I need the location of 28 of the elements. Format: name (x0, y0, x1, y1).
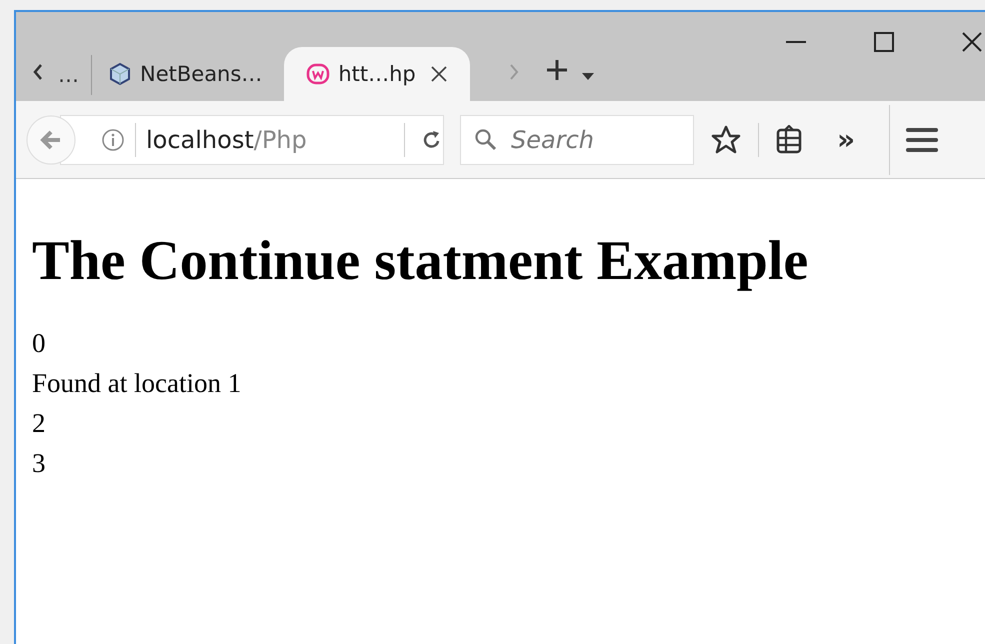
cube-icon (108, 62, 132, 86)
back-button[interactable] (26, 114, 76, 164)
search-field[interactable]: Search (460, 114, 694, 164)
overflow-menu-button[interactable]: » (837, 123, 856, 156)
output-line: 3 (32, 447, 46, 480)
url-host: localhost (146, 126, 254, 154)
scroll-left-icon[interactable] (32, 63, 44, 81)
clipboard-icon[interactable] (775, 124, 803, 154)
output-line: 2 (32, 407, 46, 440)
url-path: /Php (254, 126, 307, 154)
w-logo-icon (306, 62, 330, 86)
close-icon[interactable] (430, 65, 448, 83)
browser-tab[interactable]: … (58, 55, 92, 95)
output-line: Found at location 1 (32, 367, 242, 400)
menu-icon[interactable] (906, 126, 938, 152)
new-tab-icon[interactable] (546, 59, 568, 81)
star-icon[interactable] (710, 124, 742, 156)
browser-tab[interactable]: NetBeans… (92, 47, 284, 101)
close-icon[interactable] (962, 32, 982, 52)
address-bar[interactable]: localhost/Php (60, 114, 444, 164)
output-line: 0 (32, 327, 46, 360)
info-icon[interactable] (101, 128, 125, 152)
minimize-icon[interactable] (786, 40, 806, 44)
search-icon (474, 128, 498, 152)
dropdown-icon[interactable] (582, 73, 594, 81)
maximize-icon[interactable] (874, 32, 894, 52)
page-heading: The Continue statment Example (32, 229, 810, 293)
browser-tab[interactable]: htt…hp (284, 47, 470, 101)
